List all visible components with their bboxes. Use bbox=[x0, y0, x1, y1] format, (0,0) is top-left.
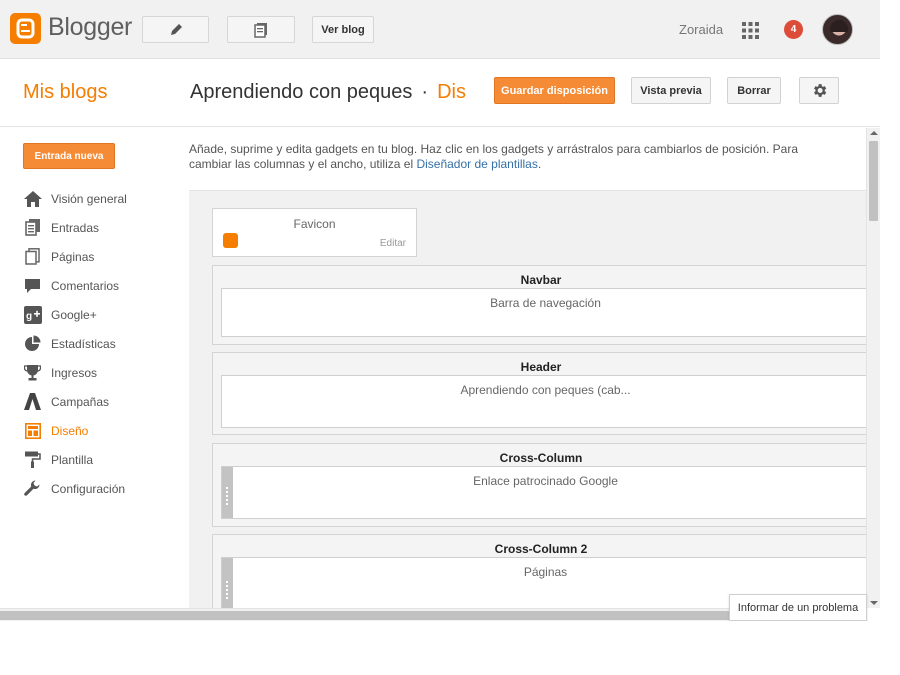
pages-icon bbox=[23, 247, 42, 266]
title-bar: Mis blogs Aprendiendo con peques · Dis Gua… bbox=[0, 59, 880, 127]
intro-end: . bbox=[537, 157, 542, 171]
sidebar-item-earnings[interactable]: Ingresos bbox=[23, 358, 183, 387]
preview-button[interactable]: Vista previa bbox=[631, 77, 711, 104]
sidebar-item-overview[interactable]: Visión general bbox=[23, 184, 183, 213]
sidebar-item-google-plus[interactable]: g Google+ bbox=[23, 300, 183, 329]
sidebar-item-label: Diseño bbox=[51, 423, 89, 438]
new-post-pencil-button[interactable] bbox=[142, 16, 209, 43]
sidebar-item-label: Plantilla bbox=[51, 452, 94, 467]
avatar[interactable] bbox=[822, 14, 853, 45]
posts-icon bbox=[254, 22, 267, 38]
gadget-name: Aprendiendo con peques (cab... bbox=[460, 383, 631, 397]
sidebar-item-comments[interactable]: Comentarios bbox=[23, 271, 183, 300]
sidebar-item-stats[interactable]: Estadísticas bbox=[23, 329, 183, 358]
svg-text:g: g bbox=[26, 311, 32, 322]
sidebar-item-label: Configuración bbox=[51, 481, 126, 496]
pie-chart-icon bbox=[23, 334, 42, 353]
scroll-up-arrow-icon[interactable] bbox=[870, 131, 878, 135]
blogger-app: Blogger Ver blog Zoraida 4 Mis blogs Apr… bbox=[0, 0, 880, 621]
user-name[interactable]: Zoraida bbox=[679, 22, 723, 37]
sidebar-item-label: Campañas bbox=[51, 394, 110, 409]
top-bar: Blogger Ver blog Zoraida 4 bbox=[0, 0, 880, 59]
comment-icon bbox=[23, 276, 42, 295]
trophy-icon bbox=[23, 363, 42, 382]
sidebar-nav: Visión general Entradas Páginas Comentar… bbox=[23, 184, 183, 503]
sidebar-item-layout[interactable]: Diseño bbox=[23, 416, 183, 445]
blog-name: Aprendiendo con peques bbox=[190, 81, 413, 103]
section-cross-column: Cross-Column Enlace patrocinado Google bbox=[212, 443, 869, 527]
adwords-icon bbox=[23, 392, 42, 411]
gadget-name: Barra de navegación bbox=[490, 296, 601, 310]
section-title: Cross-Column bbox=[499, 451, 583, 465]
view-blog-button[interactable]: Ver blog bbox=[312, 16, 374, 43]
section-navbar: Navbar Barra de navegación bbox=[212, 265, 869, 345]
pencil-icon bbox=[170, 23, 182, 35]
sidebar-item-label: Comentarios bbox=[51, 278, 120, 293]
gadget-name: Enlace patrocinado Google bbox=[473, 474, 618, 488]
scrollbar-thumb[interactable] bbox=[869, 141, 878, 221]
vertical-scrollbar[interactable] bbox=[866, 128, 880, 608]
sidebar-item-posts[interactable]: Entradas bbox=[23, 213, 183, 242]
sidebar-item-label: Estadísticas bbox=[51, 336, 116, 351]
layout-icon bbox=[23, 421, 42, 440]
blogger-logo-icon[interactable] bbox=[10, 13, 41, 44]
sidebar-item-label: Visión general bbox=[51, 191, 127, 206]
sidebar: Entrada nueva Visión general Entradas Pá… bbox=[0, 128, 189, 608]
gadget-cross-column[interactable]: Enlace patrocinado Google bbox=[221, 466, 869, 519]
template-designer-link[interactable]: Diseñador de plantillas bbox=[416, 157, 537, 171]
gadget-name: Páginas bbox=[523, 565, 568, 579]
sidebar-item-label: Google+ bbox=[51, 307, 97, 322]
section-title: Cross-Column 2 bbox=[494, 542, 588, 556]
save-layout-button[interactable]: Guardar disposición bbox=[494, 77, 615, 104]
report-problem-button[interactable]: Informar de un problema bbox=[729, 594, 867, 621]
section-name: Dis bbox=[437, 81, 466, 103]
blogger-favicon-icon bbox=[223, 233, 238, 248]
sidebar-item-campaigns[interactable]: Campañas bbox=[23, 387, 183, 416]
sidebar-item-settings[interactable]: Configuración bbox=[23, 474, 183, 503]
title-separator: · bbox=[421, 81, 429, 103]
page-title: Aprendiendo con peques · Dis bbox=[190, 81, 466, 104]
home-icon bbox=[23, 189, 42, 208]
section-title: Navbar bbox=[520, 273, 562, 287]
gadget-header[interactable]: Aprendiendo con peques (cab... bbox=[221, 375, 869, 428]
sidebar-item-label: Páginas bbox=[51, 249, 95, 264]
sidebar-item-label: Ingresos bbox=[51, 365, 98, 380]
delete-button[interactable]: Borrar bbox=[727, 77, 781, 104]
edit-link[interactable]: Editar bbox=[380, 238, 406, 249]
layout-editor: Favicon Editar Navbar Barra de navegació… bbox=[189, 190, 869, 608]
google-plus-icon: g bbox=[23, 305, 42, 324]
my-blogs-link[interactable]: Mis blogs bbox=[23, 81, 107, 104]
settings-button[interactable] bbox=[799, 77, 839, 104]
posts-icon bbox=[23, 218, 42, 237]
new-post-button[interactable]: Entrada nueva bbox=[23, 143, 115, 169]
apps-grid-icon[interactable] bbox=[742, 22, 759, 39]
gear-icon bbox=[813, 84, 826, 97]
paint-roller-icon bbox=[23, 450, 42, 469]
section-header: Header Aprendiendo con peques (cab... bbox=[212, 352, 869, 435]
section-title: Header bbox=[520, 360, 562, 374]
sidebar-item-template[interactable]: Plantilla bbox=[23, 445, 183, 474]
notification-badge[interactable]: 4 bbox=[784, 20, 803, 39]
sidebar-item-pages[interactable]: Páginas bbox=[23, 242, 183, 271]
scroll-down-arrow-icon[interactable] bbox=[870, 601, 878, 605]
gadget-navbar[interactable]: Barra de navegación bbox=[221, 288, 869, 337]
main-content: Añade, suprime y edita gadgets en tu blo… bbox=[189, 128, 869, 608]
favicon-gadget[interactable]: Favicon Editar bbox=[212, 208, 417, 257]
gadget-name: Favicon bbox=[293, 217, 336, 231]
layout-intro-text: Añade, suprime y edita gadgets en tu blo… bbox=[189, 142, 839, 172]
wrench-icon bbox=[23, 479, 42, 498]
sidebar-item-label: Entradas bbox=[51, 220, 100, 235]
brand-name[interactable]: Blogger bbox=[48, 13, 132, 42]
posts-list-button[interactable] bbox=[227, 16, 295, 43]
